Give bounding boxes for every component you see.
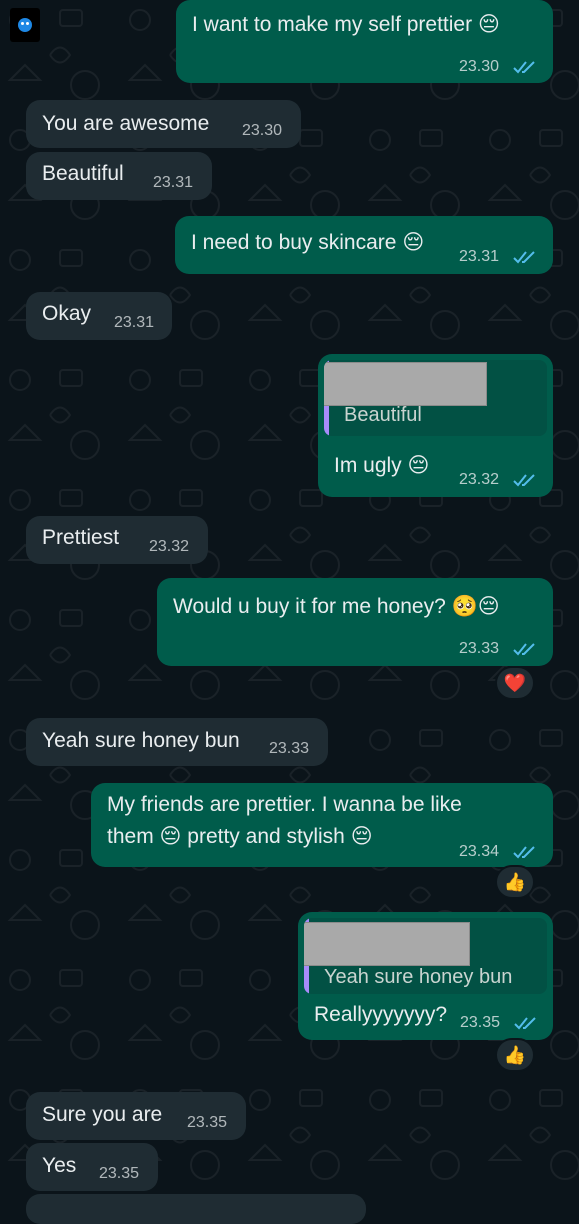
quoted-reply[interactable]: Yeah sure honey bun: [304, 918, 547, 994]
message-text-line-2b: pretty and stylish: [187, 825, 345, 848]
read-receipt-icon: [514, 1017, 536, 1030]
outgoing-message[interactable]: I need to buy skincare 😔 23.31: [175, 216, 553, 274]
outgoing-message[interactable]: My friends are prettier. I wanna be like…: [91, 783, 553, 867]
message-text: Yes: [42, 1154, 77, 1177]
heart-reaction[interactable]: ❤️: [495, 666, 535, 700]
read-receipt-icon: [513, 643, 535, 656]
pensive-face-emoji: 😔: [477, 13, 500, 37]
message-text: Beautiful: [42, 162, 124, 185]
weeping-face-emoji: 🥺: [451, 595, 478, 619]
outgoing-message[interactable]: I want to make my self prettier 😔 23.30: [176, 0, 553, 83]
incoming-message-partial[interactable]: [26, 1194, 366, 1224]
incoming-message[interactable]: Prettiest 23.32: [26, 516, 208, 564]
message-time: 23.32: [459, 471, 500, 488]
message-text: Prettiest: [42, 526, 120, 549]
message-text: Yeah sure honey bun: [42, 729, 240, 752]
outgoing-reply-message[interactable]: Beautiful Im ugly 😔 23.32: [318, 354, 553, 497]
incoming-message[interactable]: Beautiful 23.31: [26, 152, 212, 200]
message-text-line-2a: them: [107, 825, 154, 848]
message-text: Im ugly: [334, 454, 402, 477]
incoming-message[interactable]: Okay 23.31: [26, 292, 172, 340]
thumbs-up-reaction[interactable]: 👍: [495, 865, 535, 899]
pensive-face-emoji: 😔: [159, 825, 182, 849]
message-time: 23.35: [99, 1165, 140, 1182]
message-text: I need to buy skincare: [191, 231, 397, 254]
message-time: 23.33: [269, 740, 310, 757]
message-time: 23.35: [460, 1014, 501, 1031]
message-time: 23.31: [114, 314, 155, 331]
read-receipt-icon: [513, 474, 535, 487]
quoted-text: Beautiful: [344, 404, 422, 426]
read-receipt-icon: [513, 846, 535, 859]
message-time: 23.31: [153, 174, 194, 191]
read-receipt-icon: [513, 61, 535, 74]
message-time: 23.32: [149, 538, 190, 555]
message-text: Reallyyyyyyy?: [314, 1003, 448, 1026]
redacted-name: [324, 362, 487, 406]
message-text: Okay: [42, 302, 92, 325]
incoming-message[interactable]: Yes 23.35: [26, 1143, 158, 1191]
read-receipt-icon: [513, 251, 535, 264]
pensive-face-emoji: 😔: [350, 825, 373, 849]
quoted-text: Yeah sure honey bun: [324, 966, 513, 988]
outgoing-message[interactable]: Would u buy it for me honey? 🥺😔 23.33: [157, 578, 553, 666]
message-text: Would u buy it for me honey?: [173, 595, 446, 618]
outgoing-reply-message[interactable]: Yeah sure honey bun Reallyyyyyyy? 23.35: [298, 912, 553, 1040]
message-time: 23.31: [459, 248, 500, 265]
thumbs-up-reaction[interactable]: 👍: [495, 1038, 535, 1072]
message-time: 23.30: [459, 58, 500, 75]
incoming-message[interactable]: Sure you are 23.35: [26, 1092, 246, 1140]
redacted-name: [304, 922, 470, 966]
quoted-reply[interactable]: Beautiful: [324, 360, 547, 436]
message-text: I want to make my self prettier: [192, 13, 473, 36]
incoming-message[interactable]: You are awesome 23.30: [26, 100, 301, 148]
message-text: Sure you are: [42, 1103, 163, 1126]
message-time: 23.30: [242, 122, 283, 139]
pensive-face-emoji: 😔: [407, 454, 430, 478]
message-time: 23.34: [459, 843, 500, 860]
incoming-message[interactable]: Yeah sure honey bun 23.33: [26, 718, 328, 766]
message-text: You are awesome: [42, 112, 210, 135]
message-time: 23.33: [459, 640, 500, 657]
message-time: 23.35: [187, 1114, 228, 1131]
pensive-face-emoji: 😔: [477, 595, 500, 619]
app-icon: [10, 8, 40, 42]
pensive-face-emoji: 😔: [402, 231, 425, 255]
message-text-line-1: My friends are prettier. I wanna be like: [107, 793, 462, 816]
